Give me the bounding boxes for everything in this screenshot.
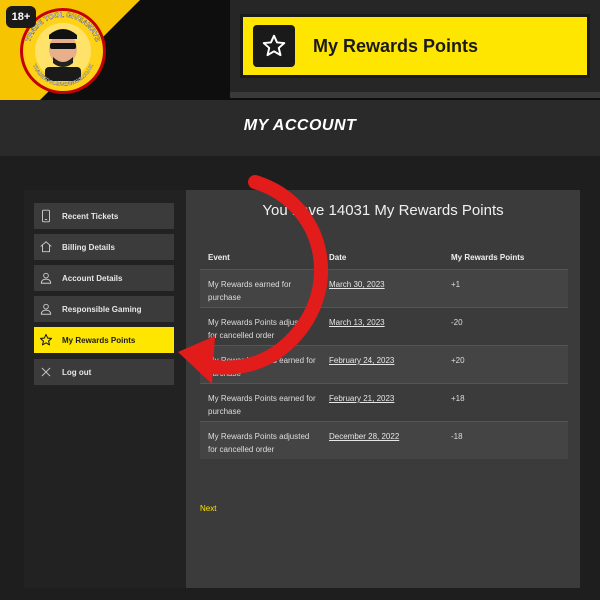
annotation-arrow (178, 175, 328, 384)
